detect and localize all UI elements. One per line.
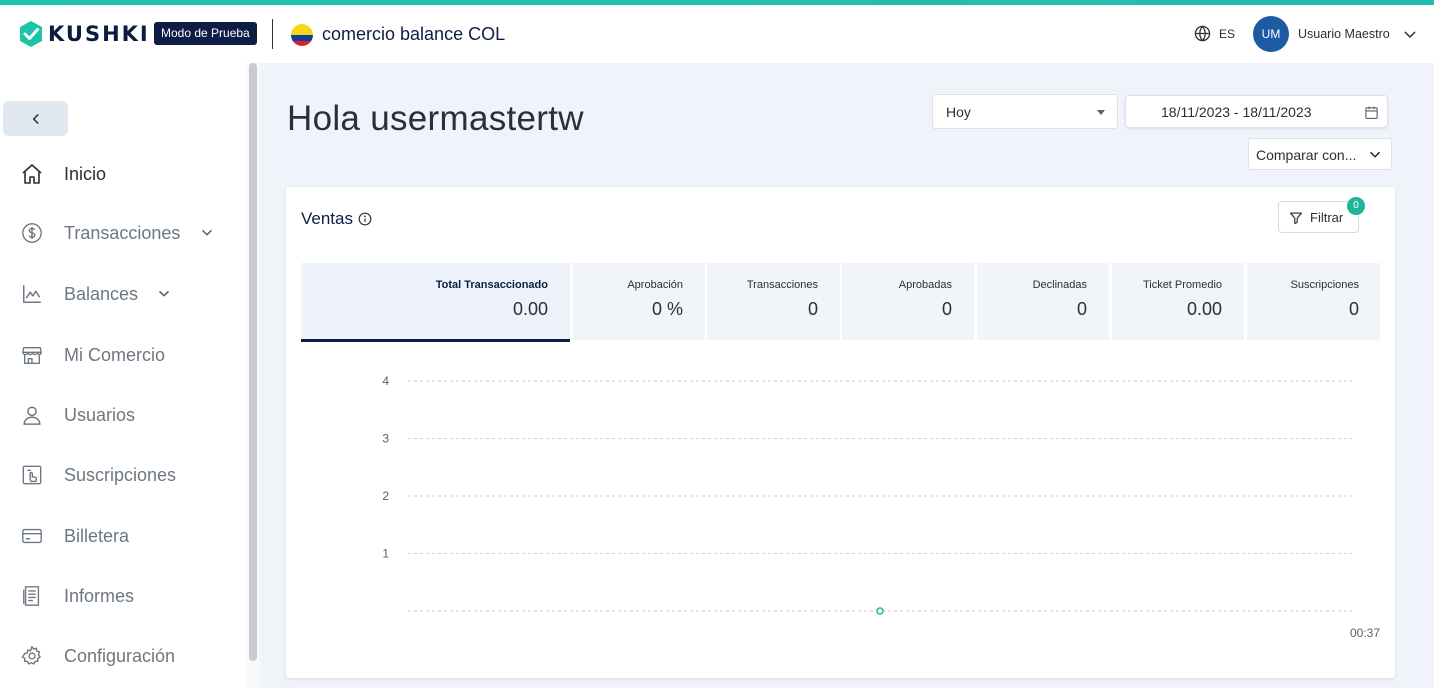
filter-count-badge: 0 bbox=[1347, 197, 1365, 215]
sidebar-item-informes[interactable]: Informes bbox=[0, 576, 246, 616]
sidebar-scrollbar[interactable] bbox=[249, 63, 257, 661]
globe-icon bbox=[1194, 25, 1211, 42]
info-icon[interactable] bbox=[358, 212, 372, 226]
sales-card-title: Ventas bbox=[301, 209, 372, 229]
metric-suscripciones[interactable]: Suscripciones 0 bbox=[1247, 263, 1380, 340]
metric-total-transaccionado[interactable]: Total Transaccionado 0.00 bbox=[301, 263, 570, 342]
metric-value: 0 bbox=[1348, 299, 1359, 319]
sidebar-item-balances[interactable]: Balances bbox=[0, 274, 246, 314]
storefront-icon bbox=[20, 343, 44, 367]
line-chart-icon bbox=[20, 282, 44, 306]
chevron-left-icon bbox=[32, 113, 39, 124]
date-range-value: 18/11/2023 - 18/11/2023 bbox=[1161, 104, 1312, 120]
sidebar-item-billetera[interactable]: Billetera bbox=[0, 516, 246, 556]
period-select-value: Hoy bbox=[946, 104, 971, 120]
test-mode-badge: Modo de Prueba bbox=[154, 22, 257, 45]
metric-value: 0 bbox=[941, 299, 952, 319]
collapse-sidebar-button[interactable] bbox=[3, 101, 68, 136]
sidebar-item-label: Balances bbox=[64, 283, 139, 304]
sidebar-item-inicio[interactable]: Inicio bbox=[0, 154, 246, 194]
merchant-name: comercio balance COL bbox=[322, 24, 506, 44]
home-icon bbox=[20, 162, 44, 186]
date-range-picker[interactable]: 18/11/2023 - 18/11/2023 bbox=[1125, 95, 1388, 128]
metric-value: 0 bbox=[1076, 299, 1087, 319]
gear-icon bbox=[20, 644, 44, 668]
filter-icon bbox=[1289, 212, 1303, 225]
sidebar-item-transacciones[interactable]: Transacciones bbox=[0, 213, 246, 253]
y-tick-label: 4 bbox=[382, 374, 389, 388]
metric-label: Suscripciones bbox=[1290, 279, 1359, 291]
user-name[interactable]: Usuario Maestro bbox=[1298, 27, 1390, 41]
sidebar-item-label: Mi Comercio bbox=[64, 344, 166, 365]
chart-data-point[interactable] bbox=[876, 607, 884, 615]
compare-label: Comparar con... bbox=[1256, 147, 1357, 163]
metric-label: Aprobadas bbox=[898, 279, 952, 291]
metric-aprobadas[interactable]: Aprobadas 0 bbox=[842, 263, 974, 340]
compare-dropdown[interactable]: Comparar con... bbox=[1248, 138, 1392, 170]
user-icon bbox=[20, 403, 44, 427]
brand-name: KUSHKI bbox=[48, 22, 150, 46]
sidebar-item-label: Billetera bbox=[64, 525, 130, 546]
metric-declinadas[interactable]: Declinadas 0 bbox=[977, 263, 1109, 340]
y-tick-label: 3 bbox=[382, 432, 389, 446]
sidebar-item-usuarios[interactable]: Usuarios bbox=[0, 395, 246, 435]
kushki-logo-icon bbox=[20, 21, 42, 47]
calendar-icon bbox=[1365, 106, 1378, 119]
chevron-down-icon bbox=[202, 229, 212, 236]
wallet-card-icon bbox=[20, 524, 44, 548]
sidebar-item-label: Usuarios bbox=[64, 404, 136, 425]
top-header: KUSHKI Modo de Prueba comercio balance C… bbox=[0, 5, 1434, 63]
sidebar-item-configuracion[interactable]: Configuración bbox=[0, 636, 246, 676]
y-tick-label: 1 bbox=[382, 547, 389, 561]
sidebar-item-label: Suscripciones bbox=[64, 464, 177, 485]
sidebar-item-label: Inicio bbox=[64, 163, 107, 184]
report-icon bbox=[20, 584, 44, 608]
sidebar-item-suscripciones[interactable]: Suscripciones bbox=[0, 455, 246, 495]
subscription-icon bbox=[20, 463, 44, 487]
y-tick-label: 2 bbox=[382, 489, 389, 503]
header-divider bbox=[272, 19, 273, 49]
metric-label: Transacciones bbox=[746, 279, 818, 291]
x-tick-label: 00:37 bbox=[1350, 626, 1380, 640]
metric-ticket-promedio[interactable]: Ticket Promedio 0.00 bbox=[1112, 263, 1244, 340]
period-select[interactable]: Hoy bbox=[932, 94, 1118, 129]
sales-title-text: Ventas bbox=[301, 209, 353, 228]
metric-value: 0 % bbox=[651, 299, 683, 319]
dollar-circle-icon bbox=[20, 221, 44, 245]
sidebar-item-label: Configuración bbox=[64, 645, 176, 666]
dropdown-caret-icon bbox=[1097, 110, 1105, 115]
chevron-down-icon bbox=[159, 290, 169, 297]
sales-line-chart: 4 3 2 1 00:37 bbox=[382, 374, 1380, 640]
metric-value: 0 bbox=[807, 299, 818, 319]
language-code: ES bbox=[1219, 26, 1236, 41]
kushki-logo[interactable]: KUSHKI bbox=[16, 19, 150, 49]
chevron-down-icon[interactable] bbox=[1402, 27, 1418, 43]
chevron-down-icon bbox=[1370, 151, 1380, 158]
sidebar: Inicio Transacciones Balances Mi Comerci… bbox=[0, 63, 246, 688]
metric-label: Ticket Promedio bbox=[1142, 279, 1222, 291]
metric-label: Aprobación bbox=[627, 279, 683, 291]
metric-transacciones[interactable]: Transacciones 0 bbox=[707, 263, 840, 340]
metric-label: Declinadas bbox=[1032, 279, 1087, 291]
language-selector[interactable]: ES bbox=[1194, 25, 1235, 42]
metric-aprobacion[interactable]: Aprobación 0 % bbox=[573, 263, 705, 340]
filter-button-label: Filtrar bbox=[1310, 210, 1344, 225]
colombia-flag-icon bbox=[291, 24, 313, 46]
sidebar-item-label: Transacciones bbox=[64, 222, 181, 243]
metric-value: 0.00 bbox=[1186, 299, 1222, 319]
sidebar-item-label: Informes bbox=[64, 585, 135, 606]
metric-value: 0.00 bbox=[512, 299, 548, 319]
page-title: Hola usermastertw bbox=[287, 99, 584, 138]
sidebar-item-mi-comercio[interactable]: Mi Comercio bbox=[0, 335, 246, 375]
user-avatar[interactable]: UM bbox=[1253, 16, 1289, 52]
metric-label: Total Transaccionado bbox=[435, 279, 548, 291]
